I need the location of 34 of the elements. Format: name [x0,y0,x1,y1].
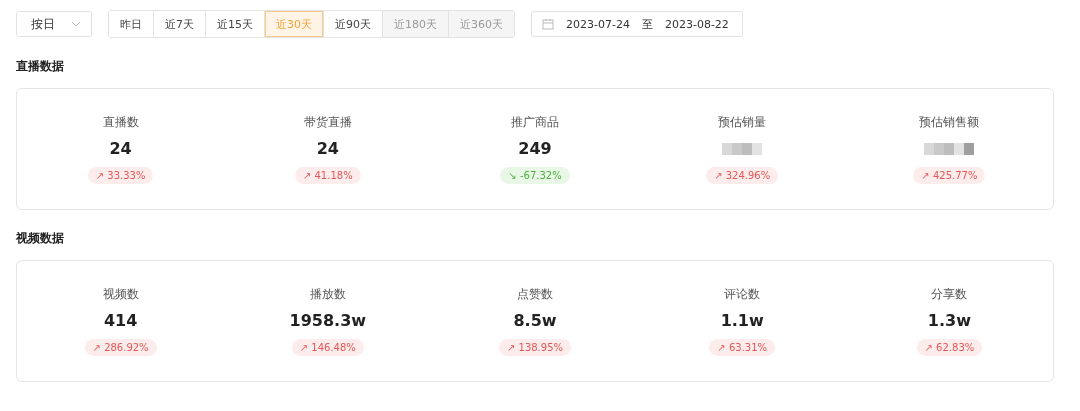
metric-label: 点赞数 [517,286,553,303]
change-badge: ↗ 33.33% [87,167,154,184]
metric-label: 预估销售额 [919,114,980,131]
metric-label: 带货直播 [303,114,352,131]
metric-value: 24 [109,139,132,159]
metric-label: 预估销量 [718,114,767,131]
metric-value: 414 [103,311,138,331]
section-title: 视频数据 [16,230,65,247]
section-title: 直播数据 [16,58,65,75]
metric-value: 1958.3w [289,311,367,331]
calendar-icon [542,18,554,30]
change-badge: ↗ 41.18% [294,167,361,184]
change-badge: ↗ 146.48% [291,339,364,356]
metric-label: 分享数 [931,286,968,303]
metric-label: 播放数 [309,286,346,303]
metric-value: 24 [316,139,339,159]
change-badge: ↗ 425.77% [913,167,986,184]
metric-value: 249 [518,139,552,159]
granularity-select[interactable]: 按日 [16,11,92,37]
change-badge: ↗ 62.83% [916,339,983,356]
metric-label: 视频数 [102,286,139,303]
change-badge: ↗ 286.92% [84,339,157,356]
metric-value: 8.5w [513,311,557,331]
change-badge: ↗ 138.95% [498,339,572,356]
date-range-field[interactable]: 2023-07-24 至 2023-08-22 [531,11,743,37]
chevron-down-icon [71,21,81,27]
metric-label: 推广商品 [511,114,559,131]
change-badge: ↗ 63.31% [709,339,776,356]
metric-value: 1.3w [927,311,971,331]
metric-value: 1.1w [720,311,764,331]
change-badge: ↘ -67.32% [500,167,570,184]
metric-label: 直播数 [102,114,139,131]
metric-label: 评论数 [724,286,761,303]
change-badge: ↗ 324.96% [706,167,779,184]
